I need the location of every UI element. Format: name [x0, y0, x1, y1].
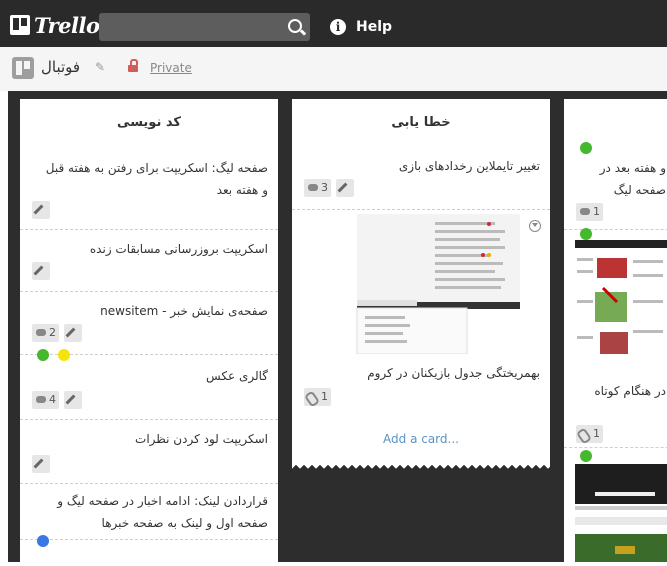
comment-icon: [580, 208, 590, 215]
visibility-link[interactable]: Private: [150, 61, 192, 75]
label-green: [580, 228, 592, 240]
card-title: بهمریختگی جدول بازیکنان در کروم: [367, 366, 540, 380]
label-blue: [37, 535, 49, 547]
card-title: و هفته بعد در صفحه لیگ: [599, 161, 666, 197]
info-icon: i: [330, 19, 346, 35]
lock-icon: [128, 59, 138, 72]
card-cover-image[interactable]: [575, 240, 667, 370]
pencil-icon: [337, 182, 348, 193]
list-card[interactable]: صفحه لیگ: اسکریپت برای رفتن به هفته قبل …: [20, 149, 278, 230]
list-coding: کد نویسی صفحه لیگ: اسکریپت برای رفتن به …: [20, 99, 278, 562]
card-cover-thumbnail: [305, 214, 520, 355]
label-green: [580, 450, 592, 462]
edit-card-button[interactable]: [64, 324, 82, 342]
board-icon[interactable]: [12, 57, 34, 79]
list-card[interactable]: اسکریپت بروزرسانی مسابقات زنده: [20, 230, 278, 292]
list-card[interactable]: و هفته بعد در صفحه لیگ 1: [564, 149, 667, 230]
card-title: گالری عکس: [206, 369, 268, 383]
card-title: صفحه لیگ: اسکریپت برای رفتن به هفته قبل …: [45, 161, 268, 197]
pencil-icon: [33, 458, 44, 469]
card-title: اسکریپت بروزرسانی مسابقات زنده: [89, 242, 268, 256]
paperclip-icon: [575, 427, 593, 445]
pencil-icon: [65, 327, 76, 338]
card-cover-thumbnail: [575, 240, 667, 370]
list-card[interactable]: صفحه‌ی نمایش خبر - newsitem 2: [20, 292, 278, 355]
card-title: قراردادن لینک: ادامه اخبار در صفحه لیگ و…: [57, 494, 268, 530]
attachments-badge: 1: [575, 425, 603, 445]
list-title: خطا یابی: [391, 115, 451, 130]
top-bar: Trello i Help: [0, 0, 667, 47]
trello-board-icon: [10, 15, 30, 35]
logo-text: Trello: [34, 12, 100, 38]
card-title: در هنگام کوتاه: [594, 384, 666, 398]
help-label: Help: [356, 19, 393, 35]
comments-badge: 3: [304, 179, 331, 197]
card-cover-image[interactable]: [575, 462, 667, 562]
list-card[interactable]: اسکریپت لود کردن نظرات: [20, 420, 278, 484]
comment-icon: [308, 184, 318, 191]
edit-card-button[interactable]: [64, 391, 82, 409]
paperclip-icon: [303, 390, 321, 408]
list-torn-edge: [292, 463, 550, 471]
label-green: [580, 142, 592, 154]
pencil-icon: [33, 204, 44, 215]
edit-pencil-icon[interactable]: ✎: [95, 61, 107, 73]
card-cover-thumbnail: [575, 462, 667, 562]
edit-card-button[interactable]: [32, 262, 50, 280]
list-title: کد نویسی: [117, 115, 181, 130]
edit-card-button[interactable]: [32, 201, 50, 219]
list-title: ها: [621, 115, 667, 130]
comment-icon: [36, 329, 46, 336]
edit-card-button[interactable]: [32, 455, 50, 473]
search-button[interactable]: [281, 13, 310, 41]
attachments-badge: 1: [303, 388, 331, 408]
card-menu-icon[interactable]: [529, 220, 541, 232]
pencil-icon: [65, 394, 76, 405]
list-card[interactable]: گالری عکس 4: [20, 355, 278, 420]
add-card-link[interactable]: Add a card...: [292, 432, 550, 446]
label-green: [37, 349, 49, 361]
label-yellow: [58, 349, 70, 361]
search-input[interactable]: [99, 13, 281, 41]
comments-badge: 2: [32, 324, 59, 342]
help-link[interactable]: i Help: [330, 17, 392, 37]
card-title: تغییر تایملاین رخدادهای بازی: [398, 159, 540, 173]
edit-card-button[interactable]: [336, 179, 354, 197]
search-icon: [288, 19, 302, 33]
card-title: صفحه‌ی نمایش خبر - newsitem: [100, 304, 268, 318]
trello-logo[interactable]: Trello: [10, 12, 100, 38]
list-card[interactable]: قراردادن لینک: ادامه اخبار در صفحه لیگ و…: [20, 484, 278, 540]
card-cover-image[interactable]: [305, 214, 520, 355]
comments-badge: 1: [576, 203, 603, 221]
board-title[interactable]: فوتبال: [41, 58, 80, 76]
card-title: اسکریپت لود کردن نظرات: [135, 432, 268, 446]
comments-badge: 4: [32, 391, 59, 409]
comment-icon: [36, 396, 46, 403]
pencil-icon: [33, 265, 44, 276]
list-card[interactable]: تغییر تایملاین رخدادهای بازی 3: [292, 149, 550, 210]
